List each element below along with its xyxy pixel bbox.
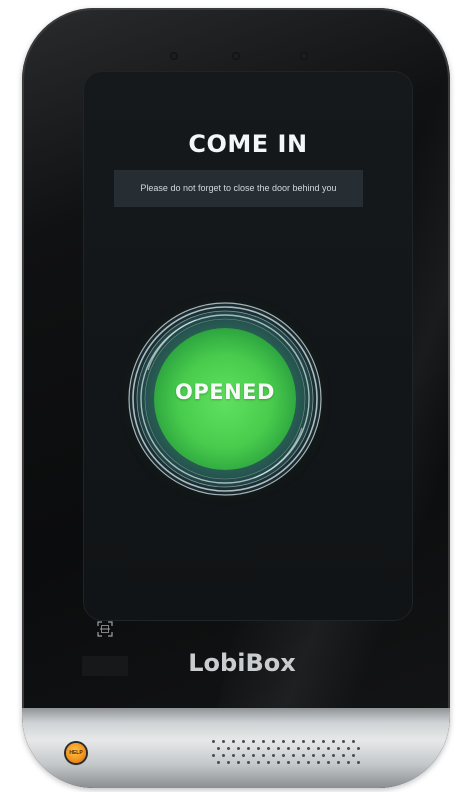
speaker-hole	[242, 754, 245, 757]
speaker-hole	[317, 761, 320, 764]
speaker-hole	[337, 747, 340, 750]
speaker-hole	[222, 754, 225, 757]
speaker-hole	[257, 761, 260, 764]
intercom-device: COME IN Please do not forget to close th…	[22, 8, 450, 788]
camera-sensor-left	[170, 52, 178, 60]
speaker-hole	[252, 754, 255, 757]
speaker-hole	[282, 754, 285, 757]
brand-logo: LobiBox	[188, 649, 296, 677]
speaker-hole	[212, 740, 215, 743]
speaker-hole	[272, 740, 275, 743]
speaker-hole	[222, 740, 225, 743]
speaker-hole	[237, 761, 240, 764]
status-label: OPENED	[175, 380, 275, 404]
display-screen: COME IN Please do not forget to close th…	[84, 72, 412, 620]
speaker-hole	[287, 761, 290, 764]
speaker-hole	[297, 747, 300, 750]
speaker-hole	[307, 761, 310, 764]
speaker-hole	[332, 740, 335, 743]
speaker-hole	[352, 740, 355, 743]
speaker-hole	[337, 761, 340, 764]
help-button[interactable]: HELP	[66, 743, 86, 763]
speaker-hole	[267, 747, 270, 750]
speaker-hole	[352, 754, 355, 757]
speaker-hole	[312, 754, 315, 757]
speaker-hole	[282, 740, 285, 743]
camera-sensor-center	[232, 52, 240, 60]
speaker-hole	[237, 747, 240, 750]
speaker-hole	[227, 747, 230, 750]
speaker-hole	[227, 761, 230, 764]
speaker-hole	[277, 761, 280, 764]
speaker-hole	[302, 754, 305, 757]
speaker-hole	[302, 740, 305, 743]
speaker-hole	[307, 747, 310, 750]
speaker-hole	[322, 740, 325, 743]
speaker-hole	[262, 754, 265, 757]
speaker-hole	[347, 747, 350, 750]
speaker-hole	[267, 761, 270, 764]
speaker-hole	[212, 754, 215, 757]
speaker-hole	[332, 754, 335, 757]
speaker-hole	[357, 747, 360, 750]
speaker-hole	[242, 740, 245, 743]
camera-sensor-right	[300, 52, 308, 60]
speaker-hole	[252, 740, 255, 743]
scan-frame-icon	[96, 620, 114, 638]
speaker-hole	[322, 754, 325, 757]
speaker-hole	[297, 761, 300, 764]
speaker-hole	[317, 747, 320, 750]
speaker-hole	[277, 747, 280, 750]
page-title: COME IN	[188, 130, 308, 158]
speaker-hole	[327, 747, 330, 750]
speaker-hole	[292, 740, 295, 743]
speaker-hole	[262, 740, 265, 743]
speaker-hole	[342, 754, 345, 757]
speaker-grille	[212, 738, 364, 768]
speaker-hole	[232, 740, 235, 743]
speaker-hole	[217, 761, 220, 764]
speaker-hole	[312, 740, 315, 743]
speaker-hole	[347, 761, 350, 764]
speaker-hole	[247, 747, 250, 750]
speaker-hole	[247, 761, 250, 764]
speaker-hole	[287, 747, 290, 750]
speaker-hole	[232, 754, 235, 757]
speaker-hole	[357, 761, 360, 764]
door-reminder-notice: Please do not forget to close the door b…	[114, 170, 363, 207]
speaker-hole	[342, 740, 345, 743]
speaker-hole	[292, 754, 295, 757]
speaker-hole	[327, 761, 330, 764]
speaker-plate: HELP	[22, 708, 450, 788]
speaker-hole	[272, 754, 275, 757]
speaker-hole	[257, 747, 260, 750]
card-reader-slot	[82, 656, 128, 676]
speaker-hole	[217, 747, 220, 750]
door-status-indicator: OPENED	[126, 300, 324, 498]
